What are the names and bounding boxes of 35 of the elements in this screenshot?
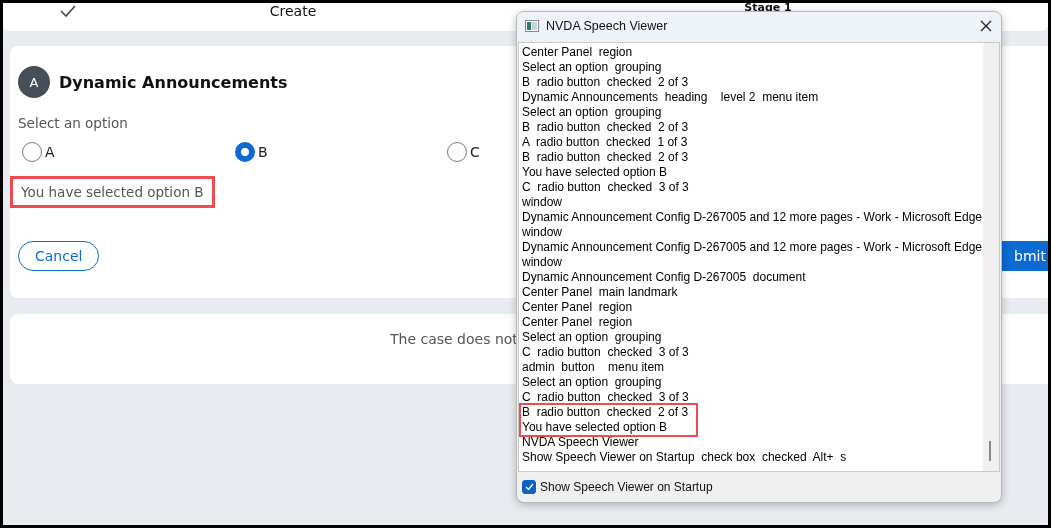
speech-line: Center Panel main landmark [522, 284, 679, 300]
speech-line: B radio button checked 2 of 3 [522, 149, 690, 165]
speech-line: You have selected option B [522, 419, 668, 435]
speech-line: A radio button checked 1 of 3 [522, 134, 689, 150]
speech-line: B radio button checked 2 of 3 [522, 74, 690, 90]
speech-line: Select an option grouping [522, 104, 663, 120]
speech-line: NVDA Speech Viewer [522, 434, 640, 450]
speech-line: Dynamic Announcements heading level 2 menu item [522, 89, 820, 105]
group-label: Select an option [18, 115, 128, 131]
speech-line: window [522, 224, 564, 240]
speech-line: B radio button checked 2 of 3 [522, 119, 690, 135]
speech-line: Show Speech Viewer on Startup check box checked Alt+ s [522, 449, 848, 465]
speech-line: Dynamic Announcement Config D-267005 and 12 more pages - Work - Microsoft Edge [522, 209, 983, 225]
speech-line: B radio button checked 2 of 3 [522, 404, 689, 420]
speech-line: C radio button checked 3 of 3 [522, 389, 690, 405]
speech-line: admin button menu item [522, 359, 666, 375]
speech-line: Select an option grouping [522, 59, 663, 75]
speech-line: Center Panel region [522, 44, 634, 60]
speech-line: Select an option grouping [522, 329, 663, 345]
speech-line: Select an option grouping [522, 374, 663, 390]
speech-line: C radio button checked 3 of 3 [522, 344, 690, 360]
speech-line: window [522, 254, 564, 270]
selection-message: You have selected option B [10, 176, 215, 208]
form-title: Dynamic Announcements [59, 72, 288, 92]
speech-line: You have selected option B [522, 164, 668, 180]
speech-line: Center Panel region [522, 299, 634, 315]
notice-text: The case does not [390, 331, 518, 347]
speech-line: Dynamic Announcement Config D-267005 and 12 more pages - Work - Microsoft Edge [522, 239, 983, 255]
avatar: A [18, 66, 50, 98]
speech-line: Dynamic Announcement Config D-267005 document [522, 269, 807, 285]
speech-line: Center Panel region [522, 314, 634, 330]
stage-label: Create [269, 3, 317, 19]
window-title: NVDA Speech Viewer [546, 18, 669, 33]
speech-line: C radio button checked 3 of 3 [522, 179, 690, 195]
speech-line: window [522, 194, 564, 210]
